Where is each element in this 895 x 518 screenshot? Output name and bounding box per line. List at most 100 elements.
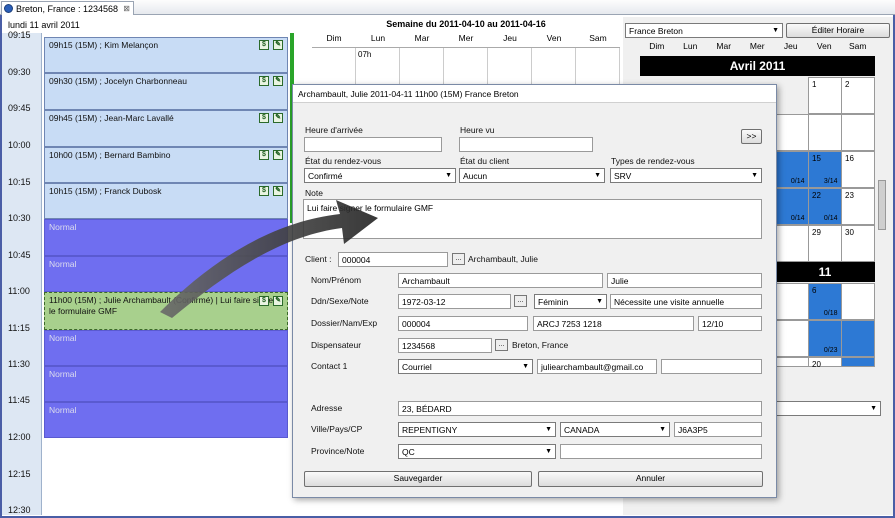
- calendar-day[interactable]: [775, 357, 809, 367]
- week-cell[interactable]: [400, 48, 444, 88]
- practitioner-select[interactable]: France Breton ▼: [625, 23, 783, 38]
- contact-extra-input[interactable]: [661, 359, 762, 374]
- close-icon[interactable]: ⊠: [123, 4, 130, 13]
- calendar-day[interactable]: 2: [841, 77, 875, 114]
- slot-label: Normal: [49, 222, 77, 232]
- note-icon[interactable]: ✎: [273, 296, 283, 306]
- save-button[interactable]: Sauvegarder: [304, 471, 532, 487]
- expiry-input[interactable]: 12/10: [698, 316, 762, 331]
- client-status-select[interactable]: Aucun ▼: [459, 168, 605, 183]
- contact-value-input[interactable]: juliearchambault@gmail.co: [537, 359, 657, 374]
- week-cell[interactable]: [576, 48, 620, 88]
- file-number-input[interactable]: 000004: [398, 316, 528, 331]
- day-count: 0/23: [823, 347, 838, 354]
- calendar-scrollbar[interactable]: [878, 180, 886, 230]
- sex-select[interactable]: Féminin ▼: [534, 294, 607, 309]
- calendar-day[interactable]: 15 3/14: [808, 151, 842, 188]
- edit-schedule-button[interactable]: Éditer Horaire: [786, 23, 890, 38]
- first-name-input[interactable]: Julie: [607, 273, 762, 288]
- province-note-input[interactable]: [560, 444, 762, 459]
- week-cell[interactable]: [444, 48, 488, 88]
- tab-title: Breton, France : 1234568: [16, 3, 119, 14]
- week-cell[interactable]: [488, 48, 532, 88]
- calendar-day[interactable]: [841, 357, 875, 367]
- normal-slot[interactable]: Normal: [44, 219, 288, 256]
- appointment-slot[interactable]: 09h15 (15M) ; Kim Melançon $ ✎: [44, 37, 288, 73]
- expand-button[interactable]: >>: [741, 129, 762, 144]
- calendar-day[interactable]: 30: [841, 225, 875, 262]
- selected-appointment[interactable]: 11h00 (15M) ; Julie Archambault (Confirm…: [44, 292, 288, 330]
- tab-patient[interactable]: Breton, France : 1234568 ⊠: [1, 1, 134, 15]
- postal-code-input[interactable]: J6A3P5: [674, 422, 762, 437]
- appointment-slot[interactable]: 10h00 (15M) ; Bernard Bambino $ ✎: [44, 147, 288, 183]
- client-id-input[interactable]: 000004: [338, 252, 448, 267]
- slot-label: Normal: [49, 405, 77, 415]
- normal-slot[interactable]: Normal: [44, 402, 288, 438]
- normal-slot[interactable]: Normal: [44, 256, 288, 292]
- address-input[interactable]: 23, BÉDARD: [398, 401, 762, 416]
- contact-type-select[interactable]: Courriel ▼: [398, 359, 533, 374]
- calendar-day[interactable]: 1: [808, 77, 842, 114]
- date-picker-button[interactable]: ...: [514, 295, 527, 307]
- note-icon[interactable]: ✎: [273, 40, 283, 50]
- billing-icon[interactable]: $: [259, 296, 269, 306]
- calendar-dropdown[interactable]: ▼: [775, 401, 881, 416]
- calendar-day[interactable]: [775, 225, 809, 262]
- note-icon[interactable]: ✎: [273, 150, 283, 160]
- week-grid[interactable]: 07h: [312, 47, 620, 88]
- client-lookup-button[interactable]: ...: [452, 253, 465, 265]
- billing-icon[interactable]: $: [259, 40, 269, 50]
- province-select[interactable]: QC ▼: [398, 444, 556, 459]
- type-value: SRV: [614, 170, 632, 181]
- calendar-day[interactable]: 0/23: [808, 320, 842, 357]
- seen-time-input[interactable]: [459, 137, 593, 152]
- country-select[interactable]: CANADA ▼: [560, 422, 670, 437]
- note-icon[interactable]: ✎: [273, 113, 283, 123]
- calendar-day[interactable]: 0/14: [775, 151, 809, 188]
- provider-id-input[interactable]: 1234568: [398, 338, 492, 353]
- calendar-day[interactable]: 23: [841, 188, 875, 225]
- appointment-slot[interactable]: 09h30 (15M) ; Jocelyn Charbonneau $ ✎: [44, 73, 288, 110]
- calendar-day[interactable]: 29: [808, 225, 842, 262]
- week-cell[interactable]: 07h: [356, 48, 400, 88]
- calendar-day[interactable]: 0/14: [775, 188, 809, 225]
- day-number: 15: [812, 154, 821, 163]
- calendar-day[interactable]: 22 0/14: [808, 188, 842, 225]
- normal-slot[interactable]: Normal: [44, 330, 288, 366]
- calendar-day[interactable]: 20: [808, 357, 842, 369]
- cancel-button[interactable]: Annuler: [538, 471, 763, 487]
- note-icon[interactable]: ✎: [273, 76, 283, 86]
- note-icon[interactable]: ✎: [273, 186, 283, 196]
- week-cell[interactable]: [312, 48, 356, 88]
- week-cell[interactable]: [532, 48, 576, 88]
- calendar-day[interactable]: [808, 114, 842, 151]
- health-number-input[interactable]: ARCJ 7253 1218: [533, 316, 694, 331]
- appointment-status-select[interactable]: Confirmé ▼: [304, 168, 456, 183]
- appointment-slot[interactable]: 10h15 (15M) ; Franck Dubosk $ ✎: [44, 183, 288, 219]
- name-label: Nom/Prénom: [311, 275, 362, 285]
- calendar-day[interactable]: 16: [841, 151, 875, 188]
- calendar-day[interactable]: [841, 320, 875, 357]
- calendar-day[interactable]: [775, 114, 809, 151]
- note-textarea[interactable]: Lui faire signer le formulaire GMF: [303, 199, 762, 239]
- calendar-day[interactable]: [775, 283, 809, 320]
- calendar-day[interactable]: [775, 320, 809, 357]
- city-select[interactable]: REPENTIGNY ▼: [398, 422, 556, 437]
- provider-lookup-button[interactable]: ...: [495, 339, 508, 351]
- calendar-day[interactable]: 6 0/18: [808, 283, 842, 320]
- dob-input[interactable]: 1972-03-12: [398, 294, 511, 309]
- billing-icon[interactable]: $: [259, 150, 269, 160]
- billing-icon[interactable]: $: [259, 186, 269, 196]
- appointment-type-select[interactable]: SRV ▼: [610, 168, 762, 183]
- time-label: 11:30: [8, 359, 30, 369]
- billing-icon[interactable]: $: [259, 113, 269, 123]
- patient-note-input[interactable]: Nécessite une visite annuelle: [610, 294, 762, 309]
- billing-icon[interactable]: $: [259, 76, 269, 86]
- practitioner-value: France Breton: [629, 25, 683, 36]
- appointment-slot[interactable]: 09h45 (15M) ; Jean-Marc Lavallé $ ✎: [44, 110, 288, 147]
- last-name-input[interactable]: Archambault: [398, 273, 603, 288]
- arrival-time-input[interactable]: [304, 137, 442, 152]
- normal-slot[interactable]: Normal: [44, 366, 288, 402]
- calendar-day[interactable]: [841, 114, 875, 151]
- calendar-day[interactable]: [841, 283, 875, 320]
